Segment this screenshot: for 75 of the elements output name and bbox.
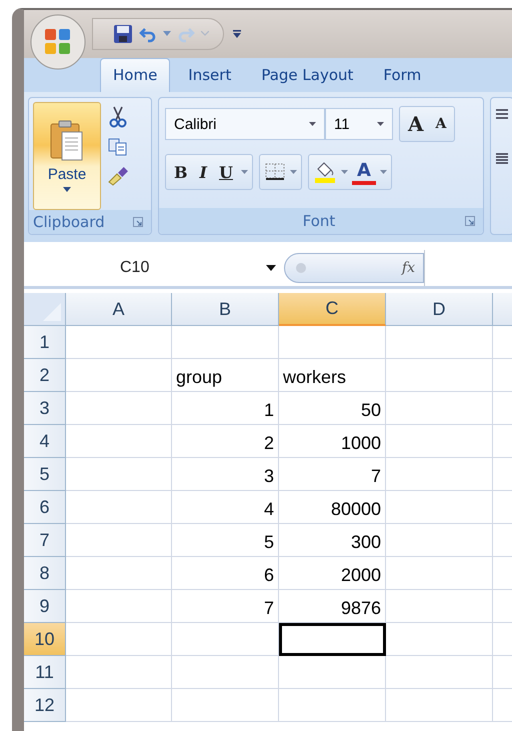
table-cell[interactable]: 2000: [279, 557, 386, 590]
copy-icon[interactable]: [108, 138, 128, 156]
table-cell[interactable]: 300: [279, 524, 386, 557]
row-header[interactable]: 11: [24, 656, 66, 689]
fill-bucket-icon[interactable]: [312, 161, 337, 183]
ribbon-tab[interactable]: Home: [100, 58, 170, 92]
font-name-dropdown[interactable]: Calibri: [165, 108, 325, 140]
dialog-launcher-icon[interactable]: [465, 216, 475, 226]
row-header[interactable]: 1: [24, 326, 66, 359]
paste-button[interactable]: Paste: [33, 102, 101, 210]
row-header[interactable]: 6: [24, 491, 66, 524]
undo-icon[interactable]: [139, 25, 157, 43]
caret-icon[interactable]: [201, 31, 209, 37]
row-header[interactable]: 9: [24, 590, 66, 623]
row-header[interactable]: 3: [24, 392, 66, 425]
table-cell[interactable]: 4: [172, 491, 279, 524]
caret-icon[interactable]: [290, 170, 297, 174]
grow-font-button[interactable]: A: [404, 109, 428, 139]
shrink-font-button[interactable]: A: [432, 109, 450, 139]
group-label: Clipboard: [33, 213, 105, 231]
caret-icon: [63, 187, 71, 192]
clipboard-icon: [50, 120, 84, 162]
ribbon-tab[interactable]: Page Layout: [249, 59, 366, 92]
row-header[interactable]: 8: [24, 557, 66, 590]
table-cell[interactable]: 1: [172, 392, 279, 425]
row-header[interactable]: 7: [24, 524, 66, 557]
caret-icon[interactable]: [240, 170, 248, 174]
redo-icon[interactable]: [177, 25, 195, 43]
table-cell[interactable]: 6: [172, 557, 279, 590]
table-cell[interactable]: 5: [172, 524, 279, 557]
dialog-launcher-icon[interactable]: [133, 217, 143, 227]
table-cell[interactable]: group: [172, 359, 279, 392]
table-cell[interactable]: 7: [172, 590, 279, 623]
borders-icon[interactable]: [264, 163, 286, 181]
select-all-button[interactable]: [24, 293, 66, 326]
caret-icon[interactable]: [340, 170, 348, 174]
group-label: Font: [302, 212, 336, 230]
bold-button[interactable]: B: [170, 157, 192, 187]
column-header[interactable]: A: [66, 293, 172, 326]
row-header[interactable]: 4: [24, 425, 66, 458]
ribbon-tab[interactable]: Form: [371, 59, 434, 92]
row-header[interactable]: 12: [24, 689, 66, 722]
scissors-icon[interactable]: [109, 106, 127, 128]
row-header[interactable]: 2: [24, 359, 66, 392]
table-cell[interactable]: [279, 623, 386, 656]
customize-icon[interactable]: [232, 29, 242, 39]
caret-icon[interactable]: [163, 31, 171, 37]
underline-button[interactable]: U: [215, 157, 237, 187]
align-icon[interactable]: [495, 108, 509, 122]
column-header[interactable]: C: [279, 293, 386, 326]
column-header[interactable]: D: [386, 293, 493, 326]
table-cell[interactable]: 7: [279, 458, 386, 491]
knob-icon[interactable]: [295, 262, 307, 274]
table-cell[interactable]: workers: [279, 359, 386, 392]
row-header[interactable]: 5: [24, 458, 66, 491]
caret-icon: [377, 122, 384, 126]
insert-function-button[interactable]: fx: [398, 260, 419, 276]
table-cell[interactable]: 2: [172, 425, 279, 458]
table-cell[interactable]: 1000: [279, 425, 386, 458]
caret-icon: [266, 265, 276, 271]
font-size-dropdown[interactable]: 11: [325, 108, 393, 140]
save-icon[interactable]: [113, 24, 133, 44]
table-cell[interactable]: 50: [279, 392, 386, 425]
table-cell[interactable]: 80000: [279, 491, 386, 524]
caret-icon: [309, 122, 316, 126]
ribbon-tab[interactable]: Insert: [176, 59, 244, 92]
italic-button[interactable]: I: [196, 157, 212, 187]
caret-icon[interactable]: [380, 170, 387, 174]
row-header[interactable]: 10: [24, 623, 66, 656]
brush-icon[interactable]: [107, 166, 129, 186]
table-cell[interactable]: 9876: [279, 590, 386, 623]
align-icon[interactable]: [495, 152, 509, 166]
name-box[interactable]: C10: [24, 259, 284, 277]
table-cell[interactable]: 3: [172, 458, 279, 491]
column-header[interactable]: B: [172, 293, 279, 326]
